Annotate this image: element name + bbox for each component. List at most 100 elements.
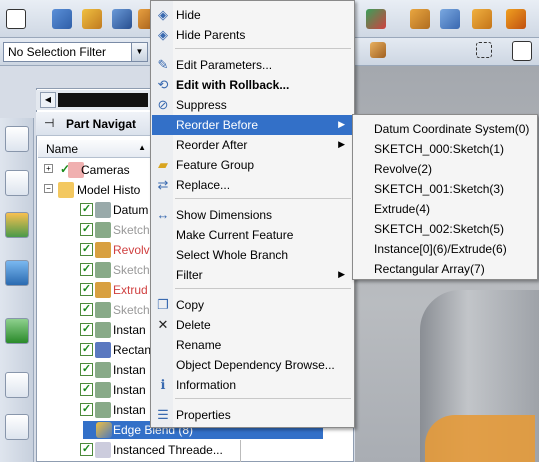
menu-item-information[interactable]: ℹ Information	[152, 375, 353, 395]
snap-grid-icon[interactable]	[512, 41, 532, 61]
row-label: Model Histo	[77, 183, 141, 197]
table-row[interactable]: ✓ Rectan	[38, 340, 152, 360]
menu-item-rename[interactable]: Rename	[152, 335, 353, 355]
chevron-down-icon[interactable]: ▼	[131, 43, 147, 61]
rectangle-select-icon[interactable]	[476, 42, 492, 58]
menu-item-label: Hide	[176, 8, 201, 22]
table-row[interactable]: ✓ Sketch	[38, 260, 152, 280]
pin-icon[interactable]: ⊣	[44, 116, 54, 130]
checkbox-checked-icon[interactable]: ✓	[80, 203, 93, 216]
assembly-navigator-icon[interactable]	[5, 126, 29, 152]
menu-item-hide-parents[interactable]: ◈ Hide Parents	[152, 25, 353, 45]
table-row[interactable]: + ✓ Cameras	[38, 160, 152, 180]
menu-item-properties[interactable]: ☰ Properties	[152, 405, 353, 425]
menu-item-suppress[interactable]: ⊘ Suppress	[152, 95, 353, 115]
checkbox-checked-icon[interactable]: ✓	[80, 363, 93, 376]
internet-explorer-icon[interactable]	[5, 260, 29, 286]
submenu-item[interactable]: Extrude(4)	[354, 199, 536, 219]
menu-item-delete[interactable]: ✕ Delete	[152, 315, 353, 335]
table-row[interactable]: − Model Histo	[38, 180, 152, 200]
part-navigator-icon[interactable]	[5, 170, 29, 196]
submenu-item[interactable]: Instance[0](6)/Extrude(6)	[354, 239, 536, 259]
menu-item-label: Replace...	[176, 178, 231, 192]
menu-item-reorder-before[interactable]: Reorder Before ▶	[152, 115, 353, 135]
submenu-item[interactable]: SKETCH_000:Sketch(1)	[354, 139, 536, 159]
table-row[interactable]: ✓ Datum	[38, 200, 152, 220]
submenu-item-label: Datum Coordinate System(0)	[374, 122, 530, 136]
checkbox-checked-icon[interactable]: ✓	[80, 383, 93, 396]
table-row[interactable]: ✓ Sketch	[38, 300, 152, 320]
menu-item-show-dimensions[interactable]: ↔ Show Dimensions	[152, 205, 353, 225]
menu-item-label: Copy	[176, 298, 205, 312]
menu-separator	[175, 48, 351, 49]
suppress-icon: ⊘	[157, 97, 169, 112]
menu-item-label: Delete	[176, 318, 211, 332]
process-studio-icon[interactable]	[5, 318, 29, 344]
menu-item-label: Suppress	[176, 98, 227, 112]
name-column-header[interactable]: Name ▲	[38, 140, 152, 158]
table-row[interactable]: ✓ Sketch	[38, 220, 152, 240]
nav-scrollbar[interactable]: ◀	[36, 90, 154, 110]
menu-item-replace[interactable]: ⇄ Replace...	[152, 175, 353, 195]
scroll-thumb[interactable]	[58, 93, 148, 107]
checkbox-checked-icon[interactable]: ✓	[80, 443, 93, 456]
extrude-icon[interactable]	[410, 9, 430, 29]
menu-item-label: Properties	[176, 408, 231, 422]
submenu-item[interactable]: SKETCH_001:Sketch(3)	[354, 179, 536, 199]
expand-icon[interactable]: +	[44, 164, 53, 173]
selection-filter-dropdown[interactable]: No Selection Filter ▼	[3, 42, 148, 62]
menu-item-select-whole-branch[interactable]: Select Whole Branch	[152, 245, 353, 265]
table-row[interactable]: ✓ Instan	[38, 320, 152, 340]
submenu-item[interactable]: Datum Coordinate System(0)	[354, 119, 536, 139]
menu-item-make-current-feature[interactable]: Make Current Feature	[152, 225, 353, 245]
dimensions-icon: ↔	[156, 207, 170, 222]
revolve-icon[interactable]	[82, 9, 102, 29]
delete-icon: ✕	[157, 317, 169, 332]
datum-plane-icon[interactable]	[52, 9, 72, 29]
system-materials-icon[interactable]	[5, 414, 29, 440]
table-row[interactable]: ✓ Instan	[38, 380, 152, 400]
menu-item-edit-with-rollback[interactable]: ⟲ Edit with Rollback...	[152, 75, 353, 95]
table-row[interactable]: ✓ Instan	[38, 400, 152, 420]
submenu-item[interactable]: SKETCH_002:Sketch(5)	[354, 219, 536, 239]
row-label: Instan	[113, 383, 146, 397]
menu-item-object-dependency-browse[interactable]: Object Dependency Browse...	[152, 355, 353, 375]
checkbox-checked-icon[interactable]: ✓	[80, 283, 93, 296]
block-icon[interactable]	[112, 9, 132, 29]
navigator-title: Part Navigat	[66, 117, 137, 131]
menu-item-copy[interactable]: ❐ Copy	[152, 295, 353, 315]
checkbox-checked-icon[interactable]: ✓	[80, 223, 93, 236]
checkbox-checked-icon[interactable]: ✓	[80, 323, 93, 336]
menu-item-edit-parameters[interactable]: ✎ Edit Parameters...	[152, 55, 353, 75]
checkbox-checked-icon[interactable]: ✓	[80, 263, 93, 276]
point-set-icon[interactable]	[366, 9, 386, 29]
selection-filter-value: No Selection Filter	[8, 45, 107, 59]
table-row[interactable]: ✓ Instan	[38, 360, 152, 380]
collapse-icon[interactable]: −	[44, 184, 53, 193]
scroll-left-icon[interactable]: ◀	[40, 92, 56, 108]
submenu-item[interactable]: Rectangular Array(7)	[354, 259, 536, 279]
blend-icon[interactable]	[506, 9, 526, 29]
history-icon[interactable]	[5, 372, 29, 398]
table-row[interactable]: ✓ Revolv	[38, 240, 152, 260]
feature-icon	[95, 302, 111, 318]
submenu-item[interactable]: Revolve(2)	[354, 159, 536, 179]
menu-item-hide[interactable]: ◈ Hide	[152, 5, 353, 25]
checkbox-checked-icon[interactable]: ✓	[80, 343, 93, 356]
new-sketch-icon[interactable]	[6, 9, 26, 29]
checkbox-checked-icon[interactable]: ✓	[80, 303, 93, 316]
snap-point-icon[interactable]	[370, 42, 386, 58]
table-row[interactable]: ✓ Extrud	[38, 280, 152, 300]
hole-icon[interactable]	[440, 9, 460, 29]
checkbox-checked-icon[interactable]: ✓	[80, 403, 93, 416]
menu-item-label: Information	[176, 378, 237, 392]
menu-item-feature-group[interactable]: ▰ Feature Group	[152, 155, 353, 175]
submenu-item-label: SKETCH_002:Sketch(5)	[374, 222, 505, 236]
reuse-library-icon[interactable]	[5, 212, 29, 238]
menu-item-reorder-after[interactable]: Reorder After ▶	[152, 135, 353, 155]
menu-item-filter[interactable]: Filter ▶	[152, 265, 353, 285]
last-row-label[interactable]: Instanced Threade...	[113, 443, 223, 457]
submenu-arrow-icon: ▶	[338, 269, 345, 279]
boss-icon[interactable]	[472, 9, 492, 29]
checkbox-checked-icon[interactable]: ✓	[80, 243, 93, 256]
